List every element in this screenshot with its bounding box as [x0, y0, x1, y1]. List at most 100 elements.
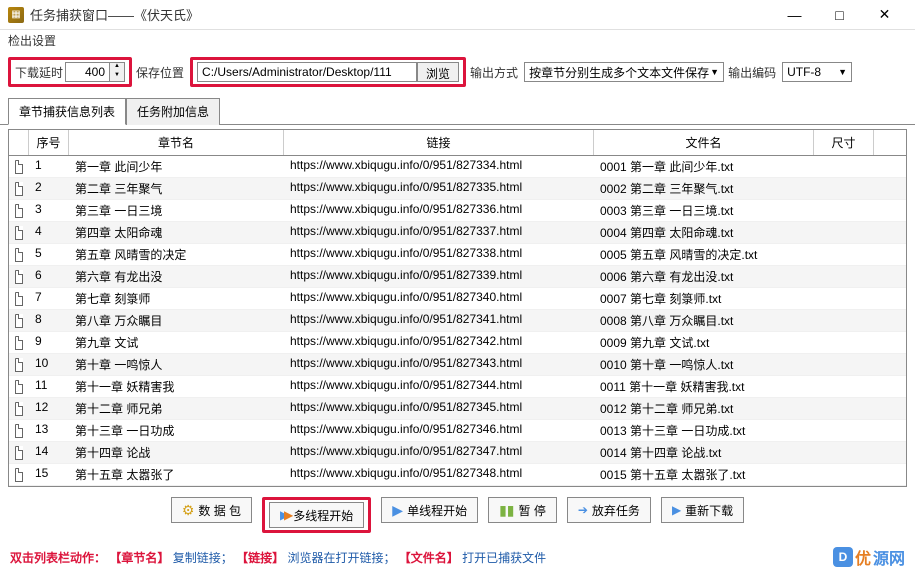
- browse-button[interactable]: 浏览: [417, 62, 459, 82]
- col-chapter[interactable]: 章节名: [69, 130, 284, 155]
- close-button[interactable]: ✕: [862, 0, 907, 30]
- cell-file: 0001 第一章 此间少年.txt: [594, 156, 814, 177]
- cell-chapter: 第十四章 论战: [69, 442, 284, 463]
- cell-chapter: 第六章 有龙出没: [69, 266, 284, 287]
- table-row[interactable]: 1 第一章 此间少年 https://www.xbiqugu.info/0/95…: [9, 156, 906, 178]
- cell-file: 0015 第十五章 太嚣张了.txt: [594, 464, 814, 485]
- cell-link: https://www.xbiqugu.info/0/951/827347.ht…: [284, 442, 594, 463]
- play-icon: ▶: [392, 502, 403, 519]
- cell-size: [814, 420, 874, 441]
- cell-seq: 5: [29, 244, 69, 265]
- cell-file: 0014 第十四章 论战.txt: [594, 442, 814, 463]
- menubar: 检出设置: [0, 30, 915, 51]
- cell-file: 0003 第三章 一日三境.txt: [594, 200, 814, 221]
- refresh-play-icon: ▶: [672, 503, 681, 517]
- spinner-down-icon[interactable]: ▼: [110, 72, 124, 81]
- minimize-button[interactable]: —: [772, 0, 817, 30]
- col-seq[interactable]: 序号: [29, 130, 69, 155]
- encoding-combo[interactable]: UTF-8 ▼: [782, 62, 852, 82]
- table-row[interactable]: 6 第六章 有龙出没 https://www.xbiqugu.info/0/95…: [9, 266, 906, 288]
- table-row[interactable]: 16 第十六章 年少轻狂 https://www.xbiqugu.info/0/…: [9, 486, 906, 487]
- table-row[interactable]: 2 第二章 三年聚气 https://www.xbiqugu.info/0/95…: [9, 178, 906, 200]
- path-input[interactable]: [197, 62, 417, 82]
- cell-size: [814, 486, 874, 487]
- cell-seq: 15: [29, 464, 69, 485]
- cell-size: [814, 178, 874, 199]
- table-row[interactable]: 9 第九章 文试 https://www.xbiqugu.info/0/951/…: [9, 332, 906, 354]
- cell-chapter: 第十五章 太嚣张了: [69, 464, 284, 485]
- data-package-button[interactable]: ⚙ 数 据 包: [171, 497, 252, 523]
- output-mode-label: 输出方式: [470, 64, 518, 81]
- col-size[interactable]: 尺寸: [814, 130, 874, 155]
- watermark-logo: D 优 源网: [833, 545, 905, 569]
- bottom-toolbar: ⚙ 数 据 包 ▶ 多线程开始 ▶ 单线程开始 ▮▮ 暂 停 ➔ 放弃任务 ▶ …: [0, 491, 915, 539]
- footer: 双击列表栏动作： 【章节名】 复制链接； 【链接】 浏览器在打开链接； 【文件名…: [0, 539, 915, 575]
- cell-size: [814, 266, 874, 287]
- cell-file: 0010 第十章 一鸣惊人.txt: [594, 354, 814, 375]
- table-row[interactable]: 3 第三章 一日三境 https://www.xbiqugu.info/0/95…: [9, 200, 906, 222]
- file-icon: [15, 402, 23, 416]
- maximize-button[interactable]: □: [817, 0, 862, 30]
- table-row[interactable]: 15 第十五章 太嚣张了 https://www.xbiqugu.info/0/…: [9, 464, 906, 486]
- footer-copy-link: 复制链接；: [173, 551, 233, 565]
- cell-link: https://www.xbiqugu.info/0/951/827334.ht…: [284, 156, 594, 177]
- spinner-up-icon[interactable]: ▲: [110, 63, 124, 72]
- logo-text2: 源网: [873, 545, 905, 569]
- toolbar: 下载延时 ▲ ▼ 保存位置 浏览 输出方式 按章节分别生成多个文本文件保存 ▼ …: [0, 51, 915, 93]
- file-icon: [15, 160, 23, 174]
- cell-file: 0008 第八章 万众瞩目.txt: [594, 310, 814, 331]
- tab-chapter-list[interactable]: 章节捕获信息列表: [8, 98, 126, 125]
- cell-link: https://www.xbiqugu.info/0/951/827338.ht…: [284, 244, 594, 265]
- tab-extra-info[interactable]: 任务附加信息: [126, 98, 220, 125]
- file-icon: [15, 182, 23, 196]
- table-row[interactable]: 7 第七章 刻箓师 https://www.xbiqugu.info/0/951…: [9, 288, 906, 310]
- cell-link: https://www.xbiqugu.info/0/951/827346.ht…: [284, 420, 594, 441]
- window-title: 任务捕获窗口——《伏天氏》: [30, 5, 772, 24]
- cell-seq: 7: [29, 288, 69, 309]
- cell-chapter: 第四章 太阳命魂: [69, 222, 284, 243]
- col-file[interactable]: 文件名: [594, 130, 814, 155]
- file-icon: [15, 314, 23, 328]
- table-row[interactable]: 5 第五章 风晴雪的决定 https://www.xbiqugu.info/0/…: [9, 244, 906, 266]
- cell-size: [814, 288, 874, 309]
- col-link[interactable]: 链接: [284, 130, 594, 155]
- table-row[interactable]: 11 第十一章 妖精害我 https://www.xbiqugu.info/0/…: [9, 376, 906, 398]
- cell-link: https://www.xbiqugu.info/0/951/827339.ht…: [284, 266, 594, 287]
- file-icon: [15, 468, 23, 482]
- cell-chapter: 第十六章 年少轻狂: [69, 486, 284, 487]
- cell-file: 0005 第五章 风晴雪的决定.txt: [594, 244, 814, 265]
- cell-size: [814, 310, 874, 331]
- delay-input[interactable]: [65, 62, 110, 82]
- table-row[interactable]: 10 第十章 一鸣惊人 https://www.xbiqugu.info/0/9…: [9, 354, 906, 376]
- single-thread-start-button[interactable]: ▶ 单线程开始: [381, 497, 478, 523]
- abandon-button[interactable]: ➔ 放弃任务: [567, 497, 651, 523]
- delay-spinner[interactable]: ▲ ▼: [65, 62, 125, 82]
- cell-chapter: 第八章 万众瞩目: [69, 310, 284, 331]
- logo-text1: 优: [855, 545, 871, 569]
- file-icon: [15, 358, 23, 372]
- table-row[interactable]: 8 第八章 万众瞩目 https://www.xbiqugu.info/0/95…: [9, 310, 906, 332]
- cell-file: 0013 第十三章 一日功成.txt: [594, 420, 814, 441]
- cell-seq: 16: [29, 486, 69, 487]
- cell-seq: 10: [29, 354, 69, 375]
- multi-thread-start-button[interactable]: ▶ 多线程开始: [269, 502, 364, 528]
- table-row[interactable]: 14 第十四章 论战 https://www.xbiqugu.info/0/95…: [9, 442, 906, 464]
- cell-chapter: 第十三章 一日功成: [69, 420, 284, 441]
- table-row[interactable]: 12 第十二章 师兄弟 https://www.xbiqugu.info/0/9…: [9, 398, 906, 420]
- chapter-list[interactable]: 序号 章节名 链接 文件名 尺寸 1 第一章 此间少年 https://www.…: [8, 129, 907, 487]
- file-icon: [15, 336, 23, 350]
- footer-link-tag: 【链接】: [236, 551, 284, 565]
- table-row[interactable]: 4 第四章 太阳命魂 https://www.xbiqugu.info/0/95…: [9, 222, 906, 244]
- pause-button[interactable]: ▮▮ 暂 停: [488, 497, 557, 523]
- file-icon: [15, 226, 23, 240]
- cell-link: https://www.xbiqugu.info/0/951/827340.ht…: [284, 288, 594, 309]
- cell-size: [814, 222, 874, 243]
- menu-export-settings[interactable]: 检出设置: [8, 34, 56, 48]
- redownload-button[interactable]: ▶ 重新下载: [661, 497, 744, 523]
- output-mode-combo[interactable]: 按章节分别生成多个文本文件保存 ▼: [524, 62, 724, 82]
- delay-label: 下载延时: [15, 64, 63, 81]
- file-icon: [15, 292, 23, 306]
- table-row[interactable]: 13 第十三章 一日功成 https://www.xbiqugu.info/0/…: [9, 420, 906, 442]
- cell-link: https://www.xbiqugu.info/0/951/827349.ht…: [284, 486, 594, 487]
- footer-prefix: 双击列表栏动作：: [10, 551, 106, 565]
